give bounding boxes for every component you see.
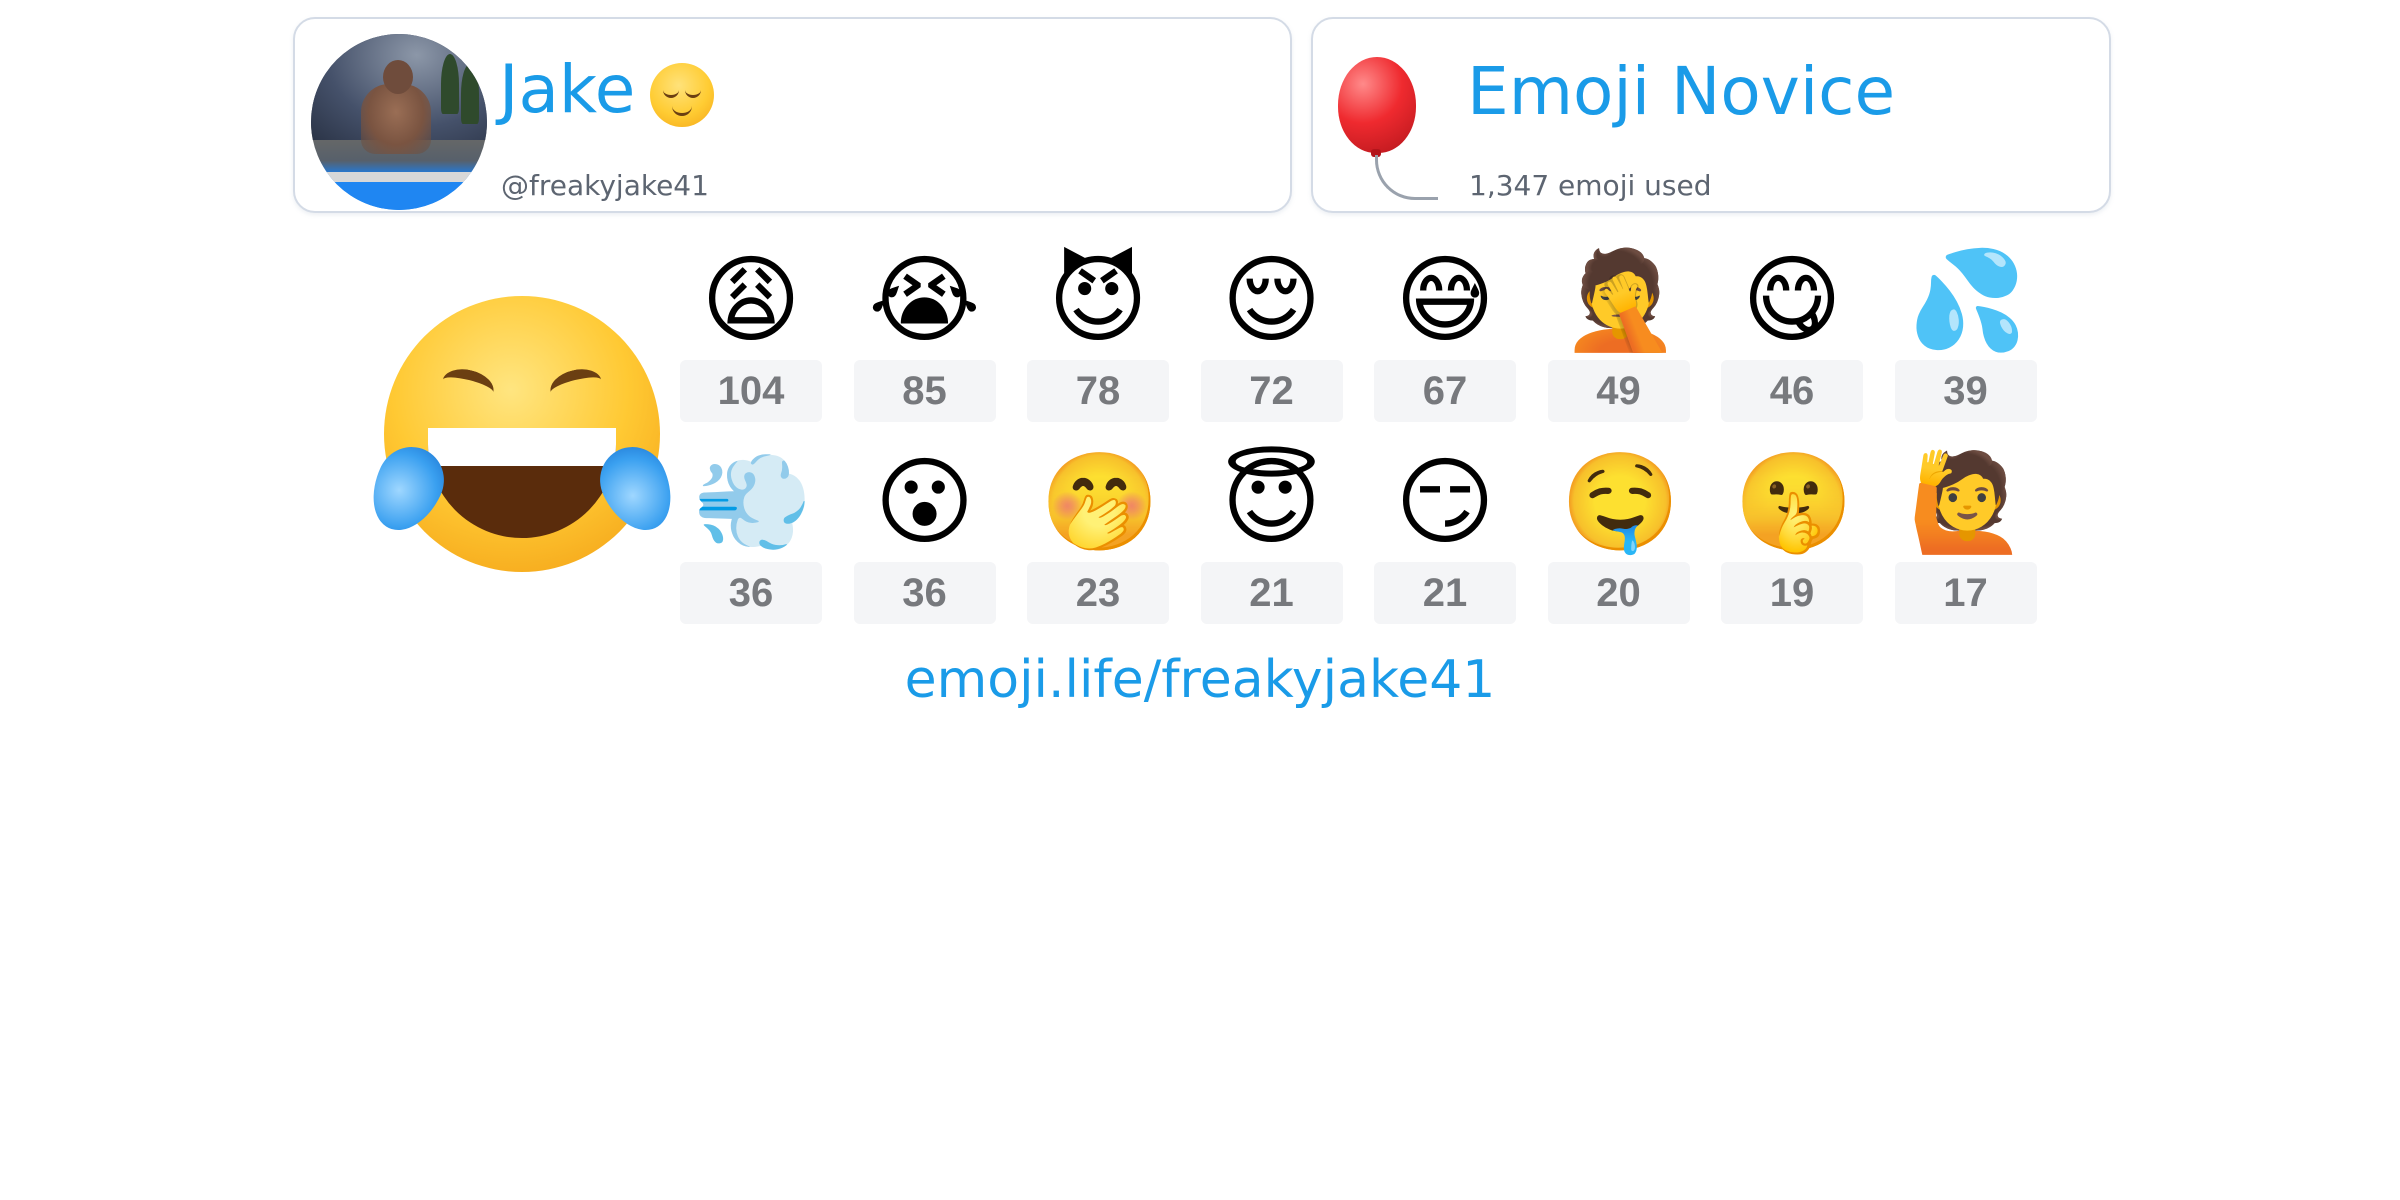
shushing-face-icon: 🤫	[1734, 446, 1854, 558]
balloon-icon	[1338, 57, 1416, 153]
relieved-face-icon: 😌	[1221, 244, 1322, 356]
emoji-count-value: 21	[1200, 562, 1343, 624]
man-facepalming-medium-dark-skin-icon: 🤦	[1560, 244, 1681, 356]
profile-handle: @freakyjake41	[501, 169, 709, 202]
emoji-count-value: 36	[853, 562, 996, 624]
loudly-crying-face-icon: 😭	[868, 244, 981, 356]
emoji-count-value: 17	[1894, 562, 2037, 624]
avatar[interactable]	[311, 34, 487, 210]
emoji-count-value: 36	[680, 562, 822, 624]
face-with-tears-of-joy-icon	[358, 296, 686, 572]
emoji-count-value: 72	[1200, 360, 1343, 422]
emoji-count-value: 85	[853, 360, 996, 422]
face-with-hand-over-mouth-icon: 🤭	[1040, 446, 1160, 558]
man-raising-hand-medium-skin-icon: 🙋	[1907, 446, 2028, 558]
balloon-string	[1375, 155, 1438, 200]
emoji-count-value: 46	[1721, 360, 1863, 422]
profile-name: Jake	[499, 51, 636, 128]
smiling-face-with-horns-icon: 😈	[1047, 244, 1149, 356]
profile-link[interactable]: emoji.life/freakyjake41	[0, 650, 2400, 710]
smirking-face-icon: 😏	[1394, 446, 1496, 558]
emoji-count-value: 23	[1027, 562, 1169, 624]
emoji-count-value: 39	[1894, 360, 2037, 422]
emoji-count-value: 19	[1721, 562, 1863, 624]
face-with-open-mouth-icon: 😮	[874, 446, 975, 558]
profile-card: Jake @freakyjake41	[293, 17, 1292, 213]
weary-face-icon: 😩	[700, 244, 802, 356]
emoji-count-value: 21	[1374, 562, 1516, 624]
emoji-count-value: 20	[1547, 562, 1690, 624]
smiling-face-with-halo-icon: 😇	[1221, 446, 1322, 558]
sweat-droplets-icon: 💦	[1907, 244, 2028, 356]
badge-title: Emoji Novice	[1467, 53, 1896, 130]
emoji-count-value: 78	[1027, 360, 1169, 422]
drooling-face-icon: 🤤	[1560, 446, 1681, 558]
emoji-used-count: 1,347 emoji used	[1469, 169, 1712, 202]
badge-card: Emoji Novice 1,347 emoji used	[1311, 17, 2111, 213]
emoji-count-value: 67	[1374, 360, 1516, 422]
emoji-count-value: 104	[680, 360, 822, 422]
face-savoring-food-icon: 😋	[1741, 244, 1843, 356]
relieved-face-icon	[650, 63, 714, 127]
grinning-face-with-sweat-icon: 😅	[1394, 244, 1496, 356]
dashing-away-icon: 💨	[693, 446, 813, 558]
emoji-count-value: 49	[1547, 360, 1690, 422]
